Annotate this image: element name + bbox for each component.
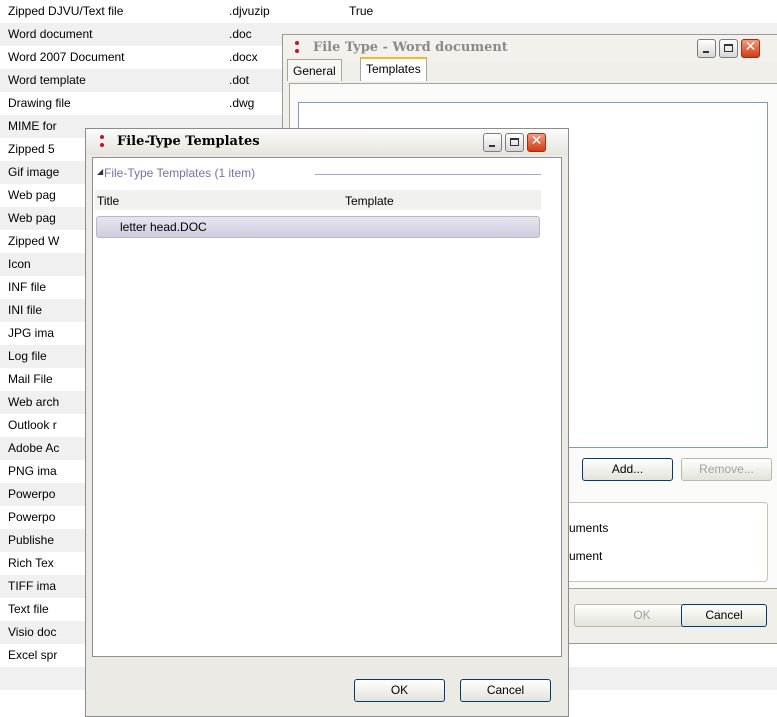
maximize-button[interactable] xyxy=(719,39,738,58)
file-type-name: Visio doc xyxy=(8,625,57,639)
file-type-extension: .dot xyxy=(229,73,250,87)
templates-list-view[interactable]: ◢ File-Type Templates (1 item) Title Tem… xyxy=(92,157,562,657)
templates-dialog-titlebar[interactable]: File-Type Templates ✕ xyxy=(86,129,568,155)
option-label-2: ument xyxy=(569,549,603,563)
remove-button[interactable]: Remove... xyxy=(681,458,772,481)
column-header-template[interactable]: Template xyxy=(345,194,394,208)
dialog-footer: OK Cancel xyxy=(92,657,562,713)
file-type-name: Log file xyxy=(8,349,47,363)
file-type-name: TIFF ima xyxy=(8,579,56,593)
file-type-name: Zipped DJVU/Text file xyxy=(8,4,124,18)
file-type-templates-dialog: File-Type Templates ✕ ◢ File-Type Templa… xyxy=(85,128,569,717)
file-type-name: Adobe Ac xyxy=(8,441,60,455)
close-button[interactable]: ✕ xyxy=(741,39,760,58)
ok-button[interactable]: OK xyxy=(354,679,445,702)
file-type-name: Outlook r xyxy=(8,418,57,432)
maximize-button[interactable] xyxy=(505,133,524,152)
file-type-name: Zipped 5 xyxy=(8,142,55,156)
file-type-dialog-titlebar[interactable]: File Type - Word document ✕ xyxy=(283,35,777,61)
file-type-name: Text file xyxy=(8,602,49,616)
file-type-extension: .doc xyxy=(229,27,252,41)
close-button[interactable]: ✕ xyxy=(527,133,546,152)
minimize-button[interactable] xyxy=(697,39,716,58)
tab-general[interactable]: General xyxy=(287,59,342,81)
file-type-name: PNG ima xyxy=(8,464,57,478)
column-header-title[interactable]: Title xyxy=(97,194,119,208)
file-type-extension: .djvuzip xyxy=(229,4,270,18)
file-type-extension: .dwg xyxy=(229,96,255,110)
collapse-triangle-icon[interactable]: ◢ xyxy=(97,167,103,176)
file-type-name: Icon xyxy=(8,257,31,271)
option-label-1: uments xyxy=(569,521,609,535)
minimize-icon xyxy=(489,145,495,147)
group-header-label: File-Type Templates (1 item) xyxy=(104,166,256,180)
file-type-dialog-title: File Type - Word document xyxy=(313,40,508,55)
file-type-name: Word template xyxy=(8,73,86,87)
file-type-name: Drawing file xyxy=(8,96,71,110)
file-type-name: JPG ima xyxy=(8,326,55,340)
close-icon: ✕ xyxy=(744,39,757,55)
close-icon: ✕ xyxy=(530,133,543,149)
file-type-name: Publishe xyxy=(8,533,55,547)
maximize-icon xyxy=(510,138,519,146)
file-type-name: MIME for xyxy=(8,119,57,133)
file-type-name: Rich Tex xyxy=(8,556,54,570)
row-title: letter head.DOC xyxy=(120,220,207,234)
column-header: Title Template xyxy=(95,190,541,210)
minimize-icon xyxy=(703,51,709,53)
file-type-name: INI file xyxy=(8,303,43,317)
file-type-name: Zipped W xyxy=(8,234,60,248)
file-type-name: Excel spr xyxy=(8,648,58,662)
cancel-button[interactable]: Cancel xyxy=(681,604,767,627)
file-type-name: Powerpo xyxy=(8,510,56,524)
tab-templates[interactable]: Templates xyxy=(360,57,427,81)
group-header-divider xyxy=(315,174,541,175)
app-dots-icon xyxy=(295,41,299,55)
app-dots-icon xyxy=(100,135,104,149)
file-type-name: Web pag xyxy=(8,211,56,225)
templates-dialog-title: File-Type Templates xyxy=(117,134,260,149)
file-type-name: Word 2007 Document xyxy=(8,50,125,64)
file-type-name: Web arch xyxy=(8,395,60,409)
file-type-name: Gif image xyxy=(8,165,60,179)
add-button[interactable]: Add... xyxy=(582,458,673,481)
file-type-extension: .docx xyxy=(229,50,258,64)
file-type-name: Web pag xyxy=(8,188,56,202)
file-type-name: Mail File xyxy=(8,372,53,386)
list-item[interactable]: Zipped DJVU/Text file .djvuzip True xyxy=(0,0,777,23)
table-row[interactable]: letter head.DOC xyxy=(96,216,540,238)
maximize-icon xyxy=(724,44,733,52)
group-header[interactable]: ◢ File-Type Templates (1 item) xyxy=(93,166,543,182)
minimize-button[interactable] xyxy=(483,133,502,152)
file-type-flag: True xyxy=(349,4,374,18)
file-type-name: Powerpo xyxy=(8,487,56,501)
file-type-name: Word document xyxy=(8,27,93,41)
file-type-name: INF file xyxy=(8,280,47,294)
cancel-button[interactable]: Cancel xyxy=(460,679,551,702)
